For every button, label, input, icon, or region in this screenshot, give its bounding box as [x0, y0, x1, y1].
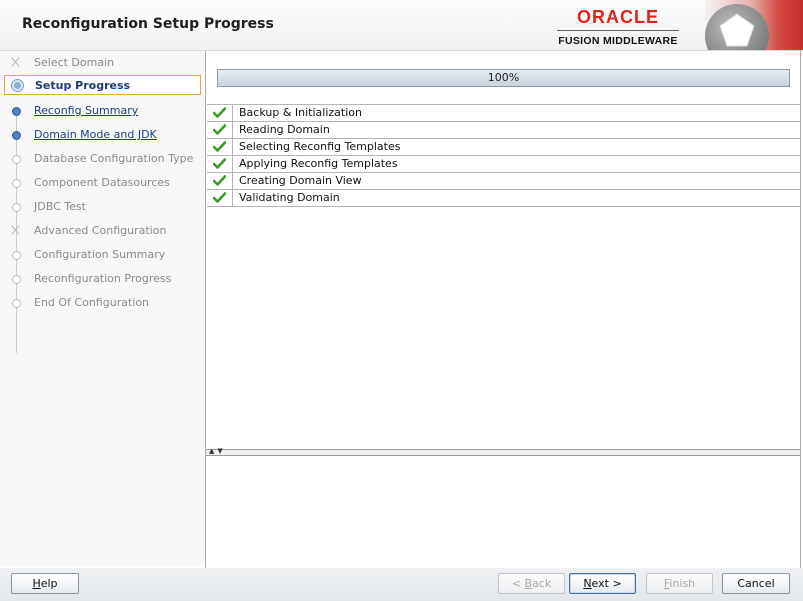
task-row: Reading Domain	[207, 122, 800, 139]
back-mnemonic: B	[524, 577, 533, 590]
content-panel: 100% Backup & Initialization Reading Dom…	[205, 51, 801, 568]
step-select-domain: Select Domain	[4, 53, 201, 73]
cancel-button[interactable]: Cancel	[722, 573, 790, 594]
step-label: Select Domain	[34, 56, 115, 69]
help-button[interactable]: Help	[11, 573, 79, 594]
step-done-icon	[12, 107, 21, 116]
brand-subtitle: FUSION MIDDLEWARE	[557, 30, 679, 47]
task-row: Backup & Initialization	[207, 105, 800, 122]
step-pending-icon	[12, 203, 21, 212]
step-pending-icon	[12, 155, 21, 164]
step-component-datasources: Component Datasources	[4, 173, 201, 193]
check-icon	[207, 105, 233, 121]
step-pending-icon	[12, 275, 21, 284]
step-pending-icon	[12, 299, 21, 308]
check-icon	[207, 190, 233, 206]
back-button[interactable]: < Back	[498, 573, 565, 594]
step-end-of-configuration: End Of Configuration	[4, 293, 201, 313]
step-done-icon	[12, 131, 21, 140]
task-name: Validating Domain	[239, 191, 340, 204]
step-label[interactable]: Domain Mode and JDK	[34, 128, 157, 141]
check-icon	[207, 156, 233, 172]
step-label: JDBC Test	[34, 200, 86, 213]
steps-sidebar: Select Domain Setup Progress Reconfig Su…	[0, 51, 204, 566]
next-label: ext >	[591, 577, 622, 590]
help-mnemonic: H	[32, 577, 41, 590]
step-reconfiguration-progress: Reconfiguration Progress	[4, 269, 201, 289]
task-row: Selecting Reconfig Templates	[207, 139, 800, 156]
task-list: Backup & Initialization Reading Domain S…	[207, 104, 800, 207]
page-title: Reconfiguration Setup Progress	[22, 16, 274, 32]
step-jdbc-test: JDBC Test	[4, 197, 201, 217]
pane-splitter[interactable]: ▲▼	[206, 447, 800, 456]
next-mnemonic: N	[583, 577, 592, 590]
log-output-pane	[206, 456, 800, 566]
finish-label: inish	[669, 577, 696, 590]
step-configuration-summary: Configuration Summary	[4, 245, 201, 265]
finish-button[interactable]: Finish	[646, 573, 713, 594]
step-domain-mode-jdk[interactable]: Domain Mode and JDK	[4, 125, 201, 145]
fusion-emblem-icon	[705, 0, 803, 50]
step-label: Database Configuration Type	[34, 152, 194, 165]
step-current-icon	[12, 80, 23, 91]
step-branch-icon	[10, 224, 22, 236]
step-label: End Of Configuration	[34, 296, 150, 309]
next-button[interactable]: Next >	[569, 573, 636, 594]
step-label: Setup Progress	[35, 79, 131, 92]
window-header: Reconfiguration Setup Progress ORACLE FU…	[0, 0, 803, 51]
progress-bar: 100%	[217, 69, 790, 87]
check-icon	[207, 122, 233, 138]
cancel-label: Cancel	[737, 577, 775, 590]
task-row: Applying Reconfig Templates	[207, 156, 800, 173]
step-reconfig-summary[interactable]: Reconfig Summary	[4, 101, 201, 121]
step-label: Reconfiguration Progress	[34, 272, 172, 285]
task-name: Selecting Reconfig Templates	[239, 140, 401, 153]
step-setup-progress: Setup Progress	[4, 75, 201, 95]
help-label: elp	[40, 577, 58, 590]
task-row: Validating Domain	[207, 190, 800, 207]
back-label: ack	[532, 577, 552, 590]
oracle-logo: ORACLE FUSION MIDDLEWARE	[557, 6, 679, 47]
back-prefix: <	[511, 577, 525, 590]
step-label: Configuration Summary	[34, 248, 166, 261]
step-label[interactable]: Reconfig Summary	[34, 104, 138, 117]
check-icon	[207, 173, 233, 189]
step-label: Component Datasources	[34, 176, 170, 189]
task-name: Reading Domain	[239, 123, 330, 136]
brand-name: ORACLE	[577, 7, 659, 27]
task-name: Applying Reconfig Templates	[239, 157, 398, 170]
splitter-arrows-icon[interactable]: ▲▼	[209, 447, 226, 455]
task-name: Creating Domain View	[239, 174, 362, 187]
step-label: Advanced Configuration	[34, 224, 167, 237]
wizard-footer: Help < Back Next > Finish Cancel	[0, 568, 803, 601]
progress-text: 100%	[487, 71, 520, 84]
check-icon	[207, 139, 233, 155]
task-name: Backup & Initialization	[239, 106, 362, 119]
step-pending-icon	[12, 251, 21, 260]
task-row: Creating Domain View	[207, 173, 800, 190]
step-database-configuration-type: Database Configuration Type	[4, 149, 201, 169]
step-pending-icon	[12, 179, 21, 188]
step-pending-icon	[10, 56, 22, 68]
step-advanced-configuration: Advanced Configuration	[4, 221, 201, 241]
